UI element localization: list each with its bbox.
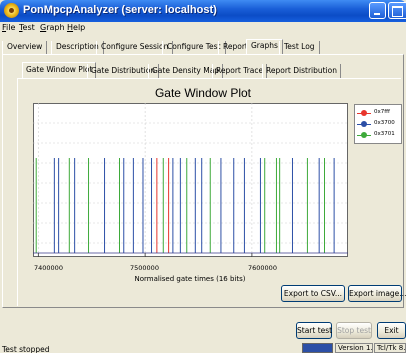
menu-help[interactable]: Help xyxy=(67,23,85,32)
tab-report-trace[interactable]: Report Trace xyxy=(212,64,268,78)
legend-label: 0x7fff xyxy=(374,109,390,115)
tab-graphs[interactable]: Graphs xyxy=(246,39,283,54)
app-icon[interactable] xyxy=(4,3,19,18)
export-csv-button[interactable]: Export to CSV... xyxy=(281,285,345,302)
application-window: PonMpcpAnalyzer (server: localhost) File… xyxy=(0,0,406,353)
tab-gate-window-plot[interactable]: Gate Window Plot xyxy=(22,62,97,78)
exit-button[interactable]: Exit xyxy=(377,322,406,339)
menu-test[interactable]: Test xyxy=(19,23,35,32)
maximize-button[interactable] xyxy=(388,2,406,19)
title-bar[interactable]: PonMpcpAnalyzer (server: localhost) xyxy=(0,0,406,22)
legend-marker xyxy=(361,121,367,127)
legend-item: 0x7fff xyxy=(357,108,403,119)
legend-item: 0x3701 xyxy=(357,130,403,141)
chart-title: Gate Window Plot xyxy=(154,86,252,100)
legend-marker xyxy=(361,132,367,138)
outer-tab-strip: Overview Description Configure Session C… xyxy=(0,39,406,54)
legend-item: 0x3700 xyxy=(357,119,403,130)
window-title: PonMpcpAnalyzer (server: localhost) xyxy=(23,4,217,16)
tab-test-log[interactable]: Test Log xyxy=(279,41,320,54)
x-axis-label: Normalised gate times (16 bits) xyxy=(134,275,246,283)
legend-marker xyxy=(361,110,367,116)
status-indicator xyxy=(302,343,333,353)
menu-graph[interactable]: Graph xyxy=(40,23,65,32)
tcl-version-label: Tcl/Tk 8. xyxy=(374,343,406,353)
chart-svg xyxy=(33,103,348,257)
stop-test-button[interactable]: Stop test xyxy=(336,322,372,339)
tab-report-distribution[interactable]: Report Distribution xyxy=(262,64,342,78)
start-test-button[interactable]: Start test xyxy=(296,322,332,339)
x-tick-label: 7600000 xyxy=(248,264,277,272)
minimize-button[interactable] xyxy=(369,2,386,19)
tab-overview[interactable]: Overview xyxy=(2,41,48,54)
chart-legend: 0x7fff 0x3700 0x3701 xyxy=(354,104,402,144)
version-label: Version 1.0 xyxy=(335,343,373,353)
x-tick-label: 7400000 xyxy=(34,264,63,272)
tab-configure-test[interactable]: Configure Test xyxy=(162,41,226,54)
menu-file[interactable]: File xyxy=(2,23,15,32)
status-text: Test stopped xyxy=(2,345,50,353)
export-image-button[interactable]: Export image... xyxy=(348,285,406,302)
legend-label: 0x3701 xyxy=(374,131,395,137)
menu-bar: File Test Graph Help xyxy=(0,22,406,35)
x-tick-label: 7500000 xyxy=(130,264,159,272)
legend-label: 0x3700 xyxy=(374,120,395,126)
